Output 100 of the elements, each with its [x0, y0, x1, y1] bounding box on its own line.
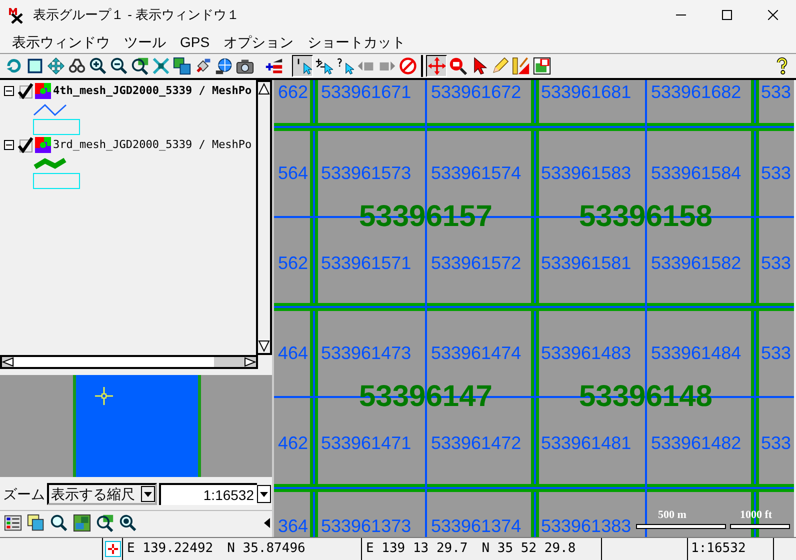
search-icon	[50, 514, 68, 532]
magnifier-map-icon	[130, 57, 148, 75]
mesh-label: 533961571	[321, 253, 412, 273]
menu-item[interactable]: ショートカット	[308, 32, 406, 50]
mesh-label: 533	[761, 343, 792, 363]
zoom-in-button[interactable]	[87, 55, 108, 77]
mesh-label: 533961582	[651, 253, 742, 273]
ruler-icon	[512, 57, 530, 75]
map-tiles-icon	[172, 57, 190, 75]
overlapping-squares-icon	[27, 514, 45, 532]
mesh-label: 533961484	[651, 343, 742, 363]
move-button[interactable]	[426, 55, 447, 77]
select-one-button[interactable]	[292, 55, 313, 77]
checkbox[interactable]	[18, 83, 34, 99]
mesh-label: 533	[761, 82, 792, 102]
scale-value: 1:16532	[203, 486, 254, 504]
scroll-right-icon[interactable]	[244, 357, 256, 367]
layers-button[interactable]	[26, 512, 46, 534]
mesh-label: 533961471	[321, 433, 412, 453]
legend-icon	[4, 514, 22, 532]
scale-mode-dropdown[interactable]: 表示する縮尺	[47, 483, 157, 505]
maximize-icon[interactable]	[722, 10, 732, 20]
menu-item[interactable]: GPS	[180, 32, 210, 50]
scale-bar	[730, 524, 790, 529]
add-layer-icon	[264, 57, 282, 75]
tiles-button[interactable]	[171, 55, 192, 77]
map-icon	[73, 514, 91, 532]
mesh-label: 533	[761, 433, 792, 453]
layer-type-icon	[35, 137, 51, 153]
collapse-icon[interactable]	[4, 140, 14, 150]
shrink-button[interactable]	[150, 55, 171, 77]
latitude-dms: N 35 52 29.8	[482, 540, 576, 558]
vertical-scrollbar[interactable]	[256, 80, 272, 355]
scale-field[interactable]: 1:16532	[159, 483, 257, 505]
scale-readout: 1:16532	[691, 540, 746, 558]
zoom-in-icon	[119, 514, 137, 532]
longitude-dms: E 139 13 29.7	[366, 540, 468, 558]
mesh-label: 533961573	[321, 163, 412, 183]
mesh-label: 464	[278, 343, 308, 363]
zoom-in-icon	[88, 57, 106, 75]
close-icon[interactable]	[768, 10, 778, 20]
scroll-up-icon[interactable]	[258, 82, 270, 96]
menu-item[interactable]: オプション	[224, 32, 294, 50]
horizontal-scrollbar[interactable]	[0, 355, 258, 369]
mesh-label: 533961583	[541, 163, 632, 183]
zoom-box-button[interactable]	[447, 55, 468, 77]
mesh-label: 364	[278, 516, 308, 536]
ruler-button[interactable]	[510, 55, 531, 77]
mesh-label: 533961584	[651, 163, 742, 183]
mesh-label: 562	[278, 253, 308, 273]
pan-button[interactable]	[45, 55, 66, 77]
no-entry-icon	[398, 57, 416, 75]
mesh-label: 533961672	[431, 82, 522, 102]
scale-bar-label: 500 m	[658, 509, 686, 522]
location-marker-icon[interactable]	[104, 541, 120, 557]
map-frame-icon	[532, 57, 550, 75]
checkbox[interactable]	[18, 137, 34, 153]
mesh-label: 533961473	[321, 343, 412, 363]
zoom-layer-button[interactable]	[129, 55, 150, 77]
mesh-label: 533961671	[321, 82, 412, 102]
mesh-label: 533961572	[431, 253, 522, 273]
four-arrows-icon	[428, 57, 446, 75]
map-frame-button[interactable]	[531, 55, 552, 77]
square-icon	[26, 57, 44, 75]
mesh-label: 533961472	[431, 433, 522, 453]
left-triangle-icon[interactable]	[264, 518, 270, 528]
mesh-label: 533961373	[321, 516, 412, 536]
latitude-decimal: N 35.87496	[227, 540, 306, 558]
mesh-label: 533	[761, 163, 792, 183]
mesh-label: 533961383	[541, 516, 632, 536]
cursor-plus-minus-icon	[314, 57, 332, 75]
mesh-label: 533961574	[431, 163, 522, 183]
mesh-label: 533961481	[541, 433, 632, 453]
mesh-label: 533961682	[651, 82, 742, 102]
mesh-label: 533961482	[651, 433, 742, 453]
map-button[interactable]	[72, 512, 92, 534]
collapse-icon[interactable]	[4, 86, 14, 96]
mesh-label: 564	[278, 163, 308, 183]
no-entry-button[interactable]	[397, 55, 418, 77]
menu-item[interactable]: 表示ウィンドウ	[12, 32, 110, 50]
longitude-decimal: E 139.22492	[127, 540, 214, 558]
refresh-icon	[4, 57, 22, 75]
zoom-out-icon	[110, 57, 128, 75]
fill-swatch	[33, 173, 80, 189]
mesh-label: 533961581	[541, 253, 632, 273]
crosshair-icon	[94, 386, 114, 406]
inward-arrows-icon	[152, 57, 170, 75]
mesh-label: 662	[278, 82, 308, 102]
camera-icon	[236, 57, 254, 75]
dropdown-value: 表示する縮尺	[51, 484, 135, 504]
zoom-out-button[interactable]	[108, 55, 129, 77]
scroll-down-icon[interactable]	[258, 339, 270, 353]
mesh-label: 462	[278, 433, 308, 453]
cursor-question-icon	[336, 57, 354, 75]
mesh-label: 533961474	[431, 343, 522, 363]
magnifier-map-icon	[96, 514, 114, 532]
layer-name[interactable]: 3rd_mesh_JGD2000_5339 / MeshPo	[53, 136, 252, 154]
menu-item[interactable]: ツール	[124, 32, 166, 50]
layer-name[interactable]: 4th_mesh_JGD2000_5339 / MeshPo	[53, 82, 252, 100]
scroll-left-icon[interactable]	[2, 357, 14, 367]
